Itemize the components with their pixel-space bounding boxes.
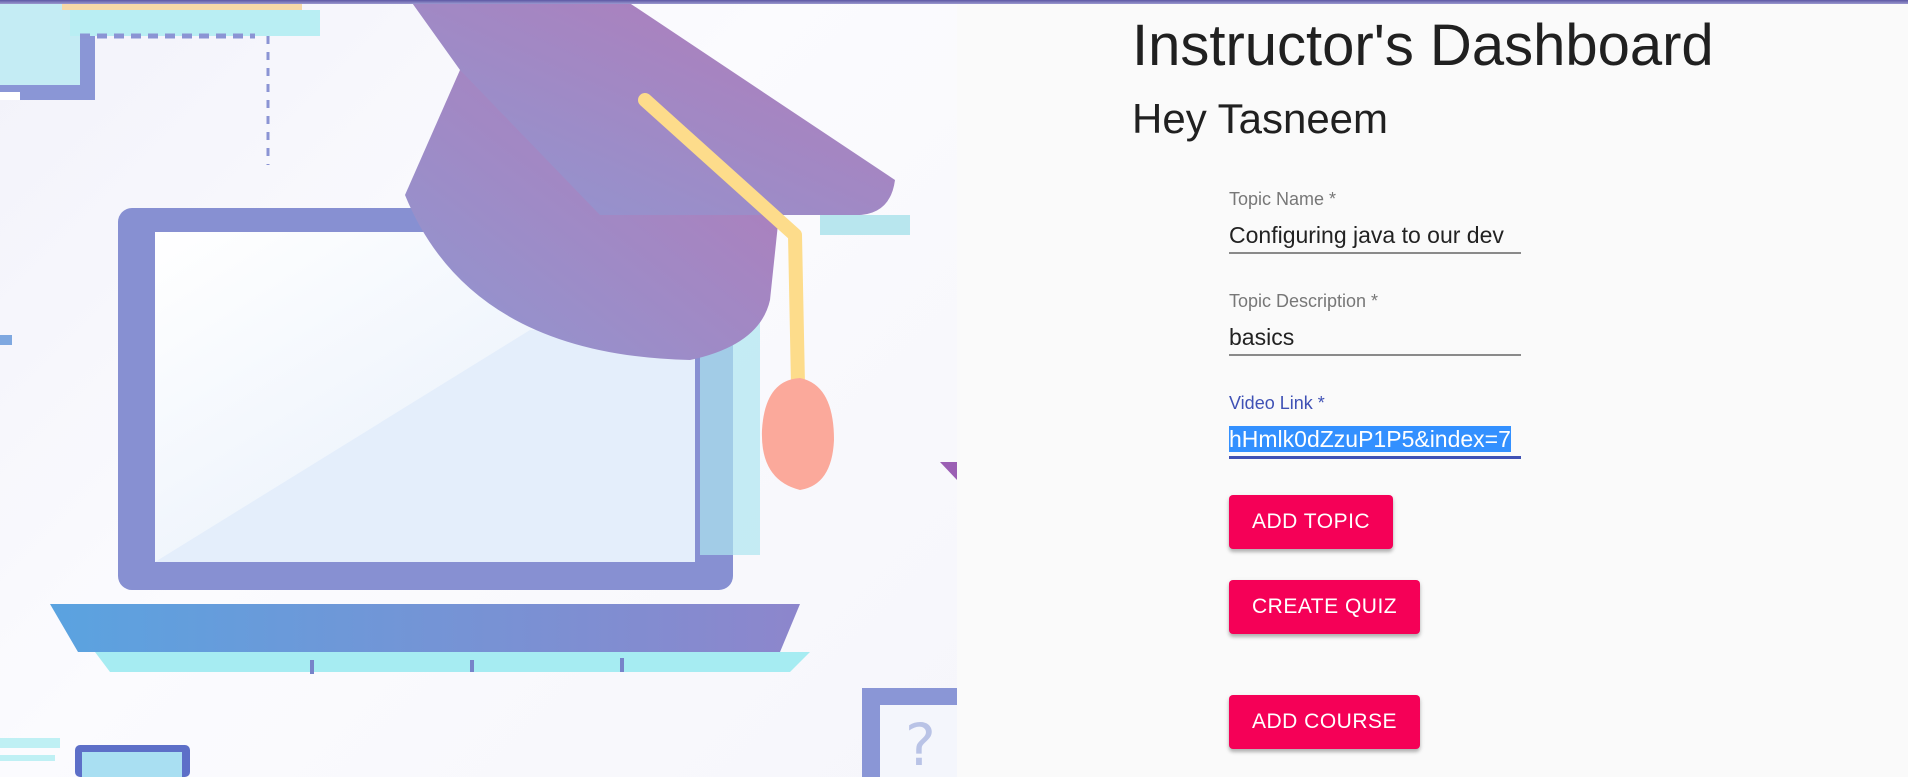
greeting: Hey Tasneem xyxy=(1132,95,1389,142)
add-topic-button[interactable]: ADD TOPIC xyxy=(1229,495,1394,549)
topic-name-input[interactable]: Configuring java to our dev xyxy=(1229,218,1521,254)
page-title: Instructor's Dashboard xyxy=(1132,13,1714,78)
create-quiz-button[interactable]: CREATE QUIZ xyxy=(1229,580,1421,634)
graduation-laptop-illustration: ? xyxy=(0,0,957,777)
video-link-field[interactable]: Video Link * hHmlk0dZzuP1P5&index=7 xyxy=(1229,394,1521,459)
topic-description-label: Topic Description * xyxy=(1229,291,1379,311)
video-link-label: Video Link * xyxy=(1229,393,1325,413)
dashboard-panel: Instructor's Dashboard Hey Tasneem Topic… xyxy=(957,0,1908,777)
add-course-button[interactable]: ADD COURSE xyxy=(1229,695,1421,749)
topic-description-input[interactable]: basics xyxy=(1229,320,1521,356)
question-mark-icon: ? xyxy=(905,711,936,777)
topic-name-field[interactable]: Topic Name * Configuring java to our dev xyxy=(1229,190,1521,254)
video-link-input[interactable]: hHmlk0dZzuP1P5&index=7 xyxy=(1229,422,1521,459)
video-link-selected-text: hHmlk0dZzuP1P5&index=7 xyxy=(1229,426,1511,452)
topic-name-label: Topic Name * xyxy=(1229,189,1337,209)
topic-description-field[interactable]: Topic Description * basics xyxy=(1229,292,1521,356)
hero-illustration: ? xyxy=(0,0,957,777)
top-app-bar-edge xyxy=(0,0,1908,4)
